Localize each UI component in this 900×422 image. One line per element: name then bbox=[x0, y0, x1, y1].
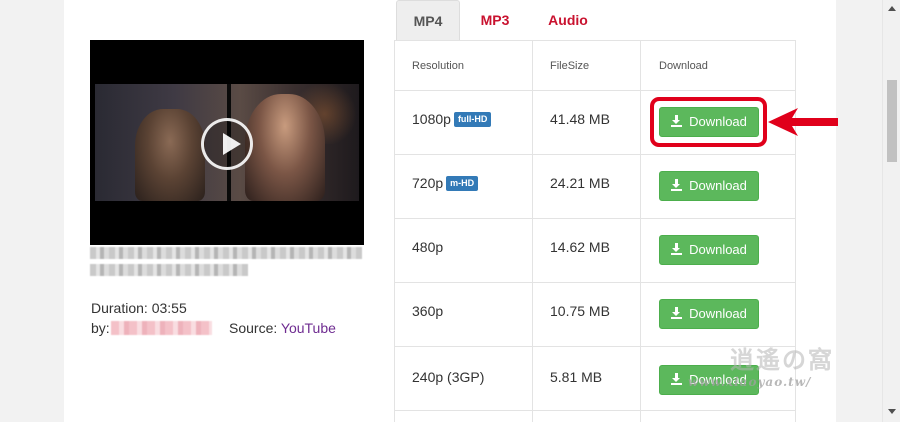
source-link[interactable]: YouTube bbox=[281, 320, 336, 336]
resolution-cell: 720p m-HD bbox=[412, 175, 479, 191]
download-icon bbox=[671, 243, 683, 255]
table-row: 360p 10.75 MB Download bbox=[395, 283, 795, 347]
download-icon bbox=[671, 373, 683, 385]
scroll-down-icon[interactable] bbox=[888, 409, 896, 414]
video-thumbnail[interactable] bbox=[90, 40, 364, 245]
video-author-row: by: Source: YouTube bbox=[91, 320, 371, 338]
download-button[interactable]: Download bbox=[659, 299, 759, 329]
person-figure bbox=[135, 109, 205, 201]
play-icon[interactable] bbox=[201, 118, 253, 170]
scroll-up-icon[interactable] bbox=[888, 6, 896, 11]
table-row: 720p m-HD 24.21 MB Download bbox=[395, 155, 795, 219]
filesize-cell: 5.81 MB bbox=[550, 369, 603, 385]
red-arrow-pointer bbox=[768, 108, 838, 136]
header-download: Download bbox=[659, 60, 708, 72]
quality-badge: full-HD bbox=[453, 112, 492, 127]
source-label: Source: bbox=[229, 320, 278, 336]
video-title-blurred bbox=[90, 245, 364, 277]
resolution-cell: 240p (3GP) bbox=[412, 369, 485, 385]
video-duration: Duration: 03:55 bbox=[91, 300, 187, 316]
author-label: by: bbox=[91, 320, 110, 336]
table-row: 480p 14.62 MB Download bbox=[395, 219, 795, 283]
tab-mp3[interactable]: MP3 bbox=[472, 0, 518, 40]
watermark-url: www.xiaoyao.tw/ bbox=[688, 375, 812, 389]
download-icon bbox=[671, 307, 683, 319]
resolution-cell: 1080p full-HD bbox=[412, 111, 492, 127]
filesize-cell: 14.62 MB bbox=[550, 239, 610, 255]
person-figure bbox=[245, 94, 325, 201]
filesize-cell: 41.48 MB bbox=[550, 111, 610, 127]
quality-badge: m-HD bbox=[446, 176, 479, 191]
format-tabs: MP4 MP3 Audio bbox=[394, 0, 796, 40]
author-name-blurred bbox=[111, 321, 212, 335]
watermark-logo: 逍遙の窩 bbox=[730, 345, 834, 374]
filesize-cell: 10.75 MB bbox=[550, 303, 610, 319]
resolution-cell: 360p bbox=[412, 303, 444, 319]
scrollbar-thumb[interactable] bbox=[887, 80, 897, 162]
resolution-cell: 480p bbox=[412, 239, 444, 255]
filesize-cell: 24.21 MB bbox=[550, 175, 610, 191]
download-button[interactable]: Download bbox=[659, 171, 759, 201]
tab-audio[interactable]: Audio bbox=[542, 0, 594, 40]
header-resolution: Resolution bbox=[412, 60, 464, 72]
highlight-box bbox=[650, 97, 767, 147]
table-header-row: Resolution FileSize Download bbox=[395, 40, 795, 91]
page-background-left bbox=[0, 0, 64, 422]
download-button[interactable]: Download bbox=[659, 235, 759, 265]
header-filesize: FileSize bbox=[550, 60, 590, 72]
download-icon bbox=[671, 179, 683, 191]
video-source: Source: YouTube bbox=[229, 320, 336, 336]
vertical-scrollbar[interactable] bbox=[882, 0, 900, 422]
tab-mp4[interactable]: MP4 bbox=[396, 0, 460, 40]
page-background-right bbox=[836, 0, 882, 422]
